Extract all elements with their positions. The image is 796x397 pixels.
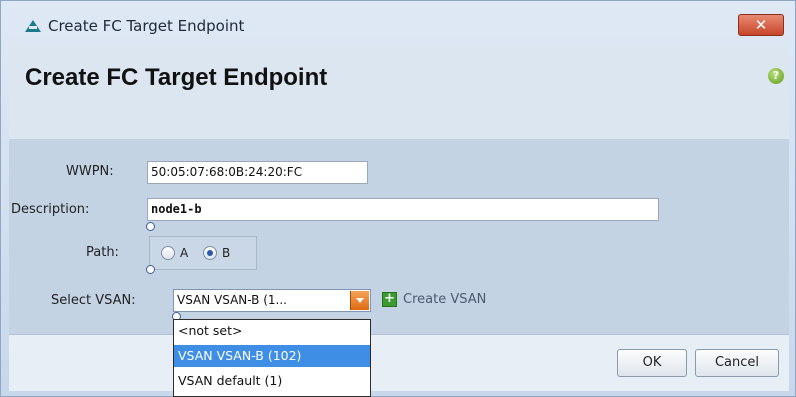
dropdown-option[interactable]: VSAN VSAN-B (102) [174, 345, 370, 367]
vsan-dropdown-list: <not set> VSAN VSAN-B (102) VSAN default… [173, 319, 371, 397]
dialog-header: Create FC Target Endpoint ? [9, 46, 789, 139]
dialog-window: Create FC Target Endpoint ✕ Create FC Ta… [0, 0, 796, 397]
path-radio-a[interactable] [161, 246, 175, 260]
wwpn-field[interactable]: 50:05:07:68:0B:24:20:FC [147, 161, 368, 184]
cancel-button[interactable]: Cancel [695, 349, 779, 377]
chevron-down-icon[interactable] [350, 291, 369, 310]
ok-button[interactable]: OK [617, 349, 687, 377]
path-option-b-label: B [222, 246, 231, 260]
vsan-label: Select VSAN: [51, 293, 136, 308]
dropdown-option[interactable]: VSAN default (1) [174, 370, 370, 392]
resize-handle[interactable] [146, 222, 155, 231]
dialog-footer: OK Cancel [9, 334, 789, 391]
create-vsan-label: Create VSAN [403, 292, 487, 307]
page-title: Create FC Target Endpoint [25, 64, 328, 91]
description-field[interactable]: node1-b [147, 198, 659, 221]
wwpn-label: WWPN: [66, 164, 114, 179]
resize-handle[interactable] [146, 265, 155, 274]
dropdown-option[interactable]: <not set> [174, 320, 370, 342]
vsan-select[interactable]: VSAN VSAN-B (1... [173, 289, 371, 312]
vsan-selected-value: VSAN VSAN-B (1... [177, 293, 287, 307]
app-icon [25, 20, 41, 32]
description-value: node1-b [151, 202, 202, 216]
window-title: Create FC Target Endpoint [48, 17, 245, 35]
wwpn-value: 50:05:07:68:0B:24:20:FC [151, 165, 303, 179]
path-label: Path: [86, 245, 119, 260]
endpoint-form: WWPN: 50:05:07:68:0B:24:20:FC Descriptio… [9, 139, 789, 334]
path-radio-b[interactable] [203, 246, 217, 260]
path-option-a-label: A [180, 246, 189, 260]
plus-icon: + [382, 292, 397, 307]
close-button[interactable]: ✕ [738, 14, 784, 36]
close-icon: ✕ [754, 16, 768, 34]
description-label: Description: [11, 202, 90, 217]
title-bar[interactable]: Create FC Target Endpoint ✕ [1, 1, 795, 45]
path-radio-group: A B [149, 236, 257, 270]
help-icon[interactable]: ? [768, 68, 784, 84]
